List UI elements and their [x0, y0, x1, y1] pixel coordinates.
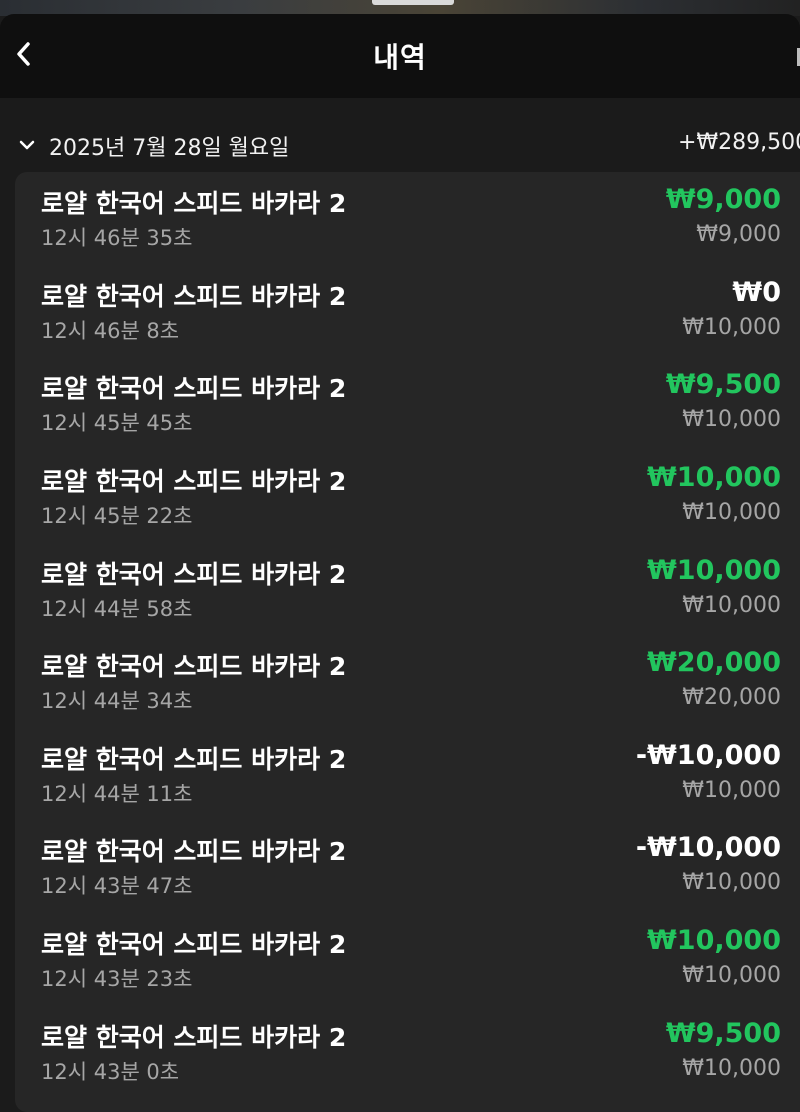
result-amount: ₩0 [732, 277, 781, 308]
stake-amount: ₩10,000 [682, 500, 781, 525]
transaction-row[interactable]: 로얄 한국어 스피드 바카라 2 12시 43분 23초 ₩10,000 ₩10… [15, 913, 800, 1006]
result-amount: ₩9,000 [665, 184, 781, 215]
stake-amount: ₩9,000 [696, 222, 781, 247]
transaction-list: 로얄 한국어 스피드 바카라 2 12시 46분 35초 ₩9,000 ₩9,0… [15, 172, 800, 1112]
bet-time: 12시 45분 45초 [41, 411, 193, 435]
game-name: 로얄 한국어 스피드 바카라 2 [41, 837, 347, 866]
day-date: 2025년 7월 28일 월요일 [49, 136, 290, 161]
result-amount: -₩10,000 [635, 740, 781, 771]
bet-time: 12시 43분 23초 [41, 967, 193, 991]
stake-amount: ₩10,000 [682, 963, 781, 988]
result-amount: ₩10,000 [647, 555, 781, 586]
page-title: 내역 [373, 41, 427, 74]
chevron-down-icon[interactable] [16, 134, 38, 156]
game-name: 로얄 한국어 스피드 바카라 2 [41, 930, 347, 959]
transaction-row[interactable]: 로얄 한국어 스피드 바카라 2 12시 44분 34초 ₩20,000 ₩20… [15, 635, 800, 728]
result-amount: ₩10,000 [647, 925, 781, 956]
transaction-row[interactable]: 로얄 한국어 스피드 바카라 2 12시 43분 47초 -₩10,000 ₩1… [15, 820, 800, 913]
game-name: 로얄 한국어 스피드 바카라 2 [41, 745, 347, 774]
bet-time: 12시 45분 22초 [41, 504, 193, 528]
stake-amount: ₩10,000 [682, 593, 781, 618]
result-amount: ₩10,000 [647, 462, 781, 493]
result-amount: ₩20,000 [647, 647, 781, 678]
stake-amount: ₩10,000 [682, 315, 781, 340]
stake-amount: ₩10,000 [682, 778, 781, 803]
transaction-row[interactable]: 로얄 한국어 스피드 바카라 2 12시 46분 8초 ₩0 ₩10,000 [15, 265, 800, 358]
sheet-drag-handle[interactable] [372, 0, 454, 5]
game-name: 로얄 한국어 스피드 바카라 2 [41, 374, 347, 403]
bet-time: 12시 44분 11초 [41, 782, 193, 806]
result-amount: ₩9,500 [665, 1018, 781, 1049]
transaction-row[interactable]: 로얄 한국어 스피드 바카라 2 12시 45분 22초 ₩10,000 ₩10… [15, 450, 800, 543]
game-name: 로얄 한국어 스피드 바카라 2 [41, 467, 347, 496]
day-total: +₩289,500 [678, 130, 800, 155]
game-name: 로얄 한국어 스피드 바카라 2 [41, 652, 347, 681]
transaction-row[interactable]: 로얄 한국어 스피드 바카라 2 12시 44분 58초 ₩10,000 ₩10… [15, 543, 800, 636]
stake-amount: ₩10,000 [682, 1056, 781, 1081]
bet-time: 12시 43분 47초 [41, 874, 193, 898]
transaction-row[interactable]: 로얄 한국어 스피드 바카라 2 12시 46분 35초 ₩9,000 ₩9,0… [15, 172, 800, 265]
bet-time: 12시 44분 58초 [41, 597, 193, 621]
day-group-header[interactable]: 2025년 7월 28일 월요일 +₩289,500 [0, 118, 800, 174]
bet-time: 12시 44분 34초 [41, 689, 193, 713]
bet-time: 12시 46분 8초 [41, 319, 180, 343]
bet-time: 12시 46분 35초 [41, 226, 193, 250]
stake-amount: ₩10,000 [682, 407, 781, 432]
result-amount: ₩9,500 [665, 369, 781, 400]
transaction-row[interactable]: 로얄 한국어 스피드 바카라 2 12시 44분 11초 -₩10,000 ₩1… [15, 728, 800, 821]
header-bar: 내역 [0, 14, 800, 98]
bet-time: 12시 43분 0초 [41, 1060, 180, 1084]
stake-amount: ₩10,000 [682, 870, 781, 895]
game-name: 로얄 한국어 스피드 바카라 2 [41, 560, 347, 589]
stake-amount: ₩20,000 [682, 685, 781, 710]
result-amount: -₩10,000 [635, 832, 781, 863]
game-name: 로얄 한국어 스피드 바카라 2 [41, 189, 347, 218]
game-name: 로얄 한국어 스피드 바카라 2 [41, 282, 347, 311]
transaction-row[interactable]: 로얄 한국어 스피드 바카라 2 12시 45분 45초 ₩9,500 ₩10,… [15, 357, 800, 450]
transaction-row[interactable]: 로얄 한국어 스피드 바카라 2 12시 43분 0초 ₩9,500 ₩10,0… [15, 1006, 800, 1099]
game-name: 로얄 한국어 스피드 바카라 2 [41, 1023, 347, 1052]
